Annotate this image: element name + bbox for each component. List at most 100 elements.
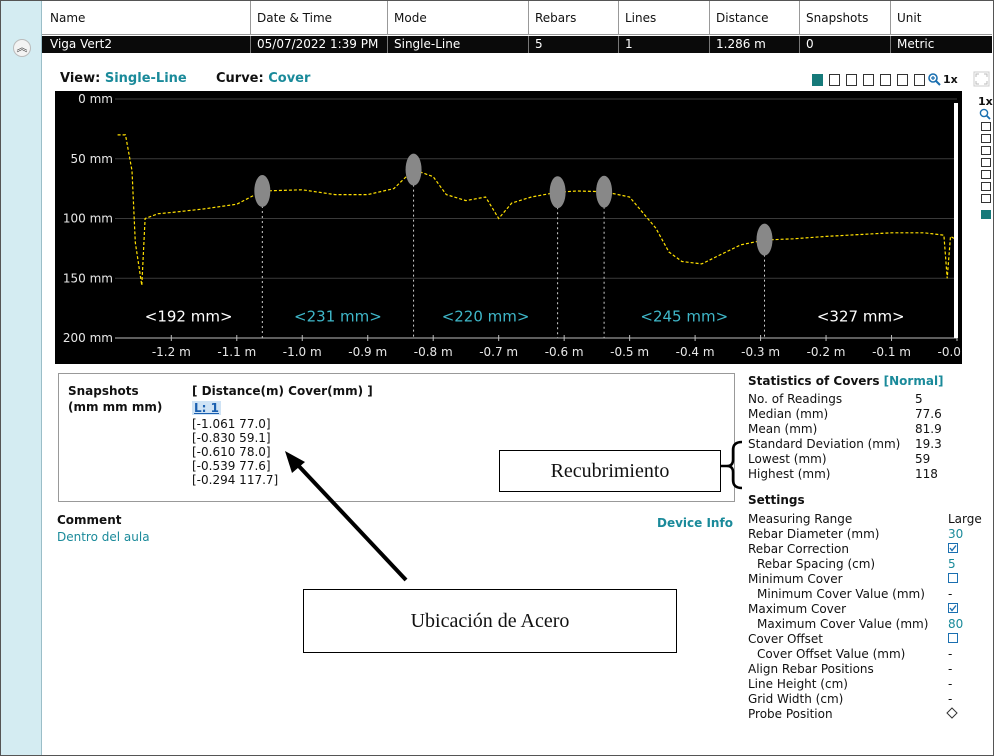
device-info-link[interactable]: Device Info [657, 516, 733, 530]
view-box-4[interactable] [863, 74, 874, 86]
x-tick-label: -0.6 m [545, 345, 584, 359]
scale-box-1[interactable] [981, 122, 991, 131]
view-box-5[interactable] [880, 74, 891, 86]
table-row[interactable]: Viga Vert2 05/07/2022 1:39 PM Single-Lin… [42, 36, 992, 53]
stat-label: No. of Readings [748, 392, 843, 406]
snapshot-entry: [-0.294 117.7] [192, 473, 279, 487]
setting-label: Cover Offset [748, 632, 824, 646]
statistics-title: Statistics of Covers [Normal] [748, 374, 944, 388]
line-tab[interactable]: L: 1 [192, 401, 221, 415]
setting-label: Probe Position [748, 707, 833, 721]
curve-selector[interactable]: Curve: Cover [216, 71, 310, 86]
stat-value: 5 [915, 392, 923, 406]
rebar-marker [254, 175, 271, 208]
col-distance-header[interactable]: Distance [716, 11, 768, 25]
checkbox-checked-icon [948, 602, 958, 616]
scale-box-3[interactable] [981, 146, 991, 155]
view-box-7[interactable] [914, 74, 925, 86]
snapshot-entry: [-0.610 78.0] [192, 445, 271, 459]
scale-box-7[interactable] [981, 194, 991, 203]
cover-chart[interactable]: 0 mm 50 mm 100 mm 150 mm 200 mm -1.2 m -1.1 m -… [55, 91, 977, 364]
col-name-header[interactable]: Name [50, 11, 85, 25]
cell-name: Viga Vert2 [50, 37, 112, 51]
setting-label: Rebar Correction [748, 542, 849, 556]
comment-text[interactable]: Dentro del aula [57, 530, 150, 544]
stat-value: 81.9 [915, 422, 942, 436]
x-tick-label: -1.0 m [283, 345, 322, 359]
view-value: Single-Line [104, 71, 187, 86]
col-mode-header[interactable]: Mode [394, 11, 427, 25]
y-tick-label: 0 mm [78, 92, 113, 106]
setting-label: Line Height (cm) [748, 677, 848, 691]
scale-box-6[interactable] [981, 182, 991, 191]
scale-box-5[interactable] [981, 170, 991, 179]
stat-value: 19.3 [915, 437, 942, 451]
x-tick-label: -0.0 m [938, 345, 962, 359]
col-lines-header[interactable]: Lines [625, 11, 656, 25]
view-box-6[interactable] [897, 74, 908, 86]
col-datetime-header[interactable]: Date & Time [257, 11, 332, 25]
collapse-chevron-icon[interactable]: ︽ [13, 39, 31, 57]
scale-box-4[interactable] [981, 158, 991, 167]
rebar-marker [549, 176, 566, 209]
setting-label: Cover Offset Value (mm) [757, 647, 906, 661]
x-tick-label: -0.9 m [348, 345, 387, 359]
rebar-marker [596, 175, 613, 208]
cover-chart-svg: 0 mm 50 mm 100 mm 150 mm 200 mm -1.2 m -1.1 m -… [63, 92, 977, 359]
snapshots-units: (mm mm mm) [68, 400, 163, 414]
side-zoom-level: 1x [978, 95, 993, 108]
x-tick-label: -0.8 m [414, 345, 453, 359]
snapshots-header: [ Distance(m) Cover(mm) ] [192, 384, 373, 398]
cell-snapshots: 0 [806, 37, 814, 51]
setting-value: 5 [948, 557, 956, 571]
setting-value: - [948, 647, 953, 661]
scale-box-2[interactable] [981, 134, 991, 143]
view-box-2[interactable] [829, 74, 840, 86]
spacing-label: <192 mm> [145, 308, 233, 326]
y-tick-label: 50 mm [71, 152, 113, 166]
stat-value: 77.6 [915, 407, 942, 421]
scale-box-8[interactable] [981, 210, 991, 219]
checkbox-unchecked-icon [948, 632, 958, 646]
side-zoom-icon[interactable] [979, 108, 991, 120]
setting-label: Grid Width (cm) [748, 692, 844, 706]
fullscreen-icon[interactable] [973, 71, 990, 87]
col-unit-header[interactable]: Unit [897, 11, 921, 25]
setting-value: 80 [948, 617, 964, 631]
view-box-3[interactable] [846, 74, 857, 86]
cell-rebars: 5 [535, 37, 543, 51]
view-box-1[interactable] [812, 74, 823, 86]
statistics-status: [Normal] [883, 374, 944, 388]
stat-label: Median (mm) [748, 407, 829, 421]
setting-value: Large [948, 512, 982, 526]
x-tick-label: -0.1 m [872, 345, 911, 359]
x-tick-label: -0.4 m [676, 345, 715, 359]
curve-value: Cover [268, 71, 311, 86]
rebar-marker [756, 223, 773, 256]
setting-value: - [948, 662, 953, 676]
zoom-icon[interactable] [928, 73, 941, 86]
setting-value: 30 [948, 527, 964, 541]
col-rebars-header[interactable]: Rebars [535, 11, 576, 25]
setting-label: Rebar Spacing (cm) [757, 557, 876, 571]
x-tick-label: -0.5 m [610, 345, 649, 359]
comment-label: Comment [57, 513, 122, 527]
col-snapshots-header[interactable]: Snapshots [806, 11, 868, 25]
callout-recubrimiento: Recubrimiento [499, 450, 721, 492]
setting-label: Measuring Range [748, 512, 853, 526]
callout-ubicacion: Ubicación de Acero [303, 589, 677, 653]
setting-label: Maximum Cover [748, 602, 847, 616]
spacing-label: <327 mm> [817, 308, 905, 326]
y-tick-label: 150 mm [63, 271, 113, 285]
cell-unit: Metric [897, 37, 935, 51]
stat-label: Highest (mm) [748, 467, 831, 481]
stat-label: Mean (mm) [748, 422, 818, 436]
setting-label: Align Rebar Positions [748, 662, 874, 676]
cover-curve-line [117, 134, 958, 286]
checkbox-checked-icon [948, 542, 958, 556]
zoom-level: 1x [943, 73, 958, 86]
setting-label: Minimum Cover Value (mm) [757, 587, 925, 601]
snapshot-entry: [-0.830 59.1] [192, 431, 271, 445]
snapshot-entry: [-1.061 77.0] [192, 417, 271, 431]
view-selector[interactable]: View: Single-Line [60, 71, 187, 86]
